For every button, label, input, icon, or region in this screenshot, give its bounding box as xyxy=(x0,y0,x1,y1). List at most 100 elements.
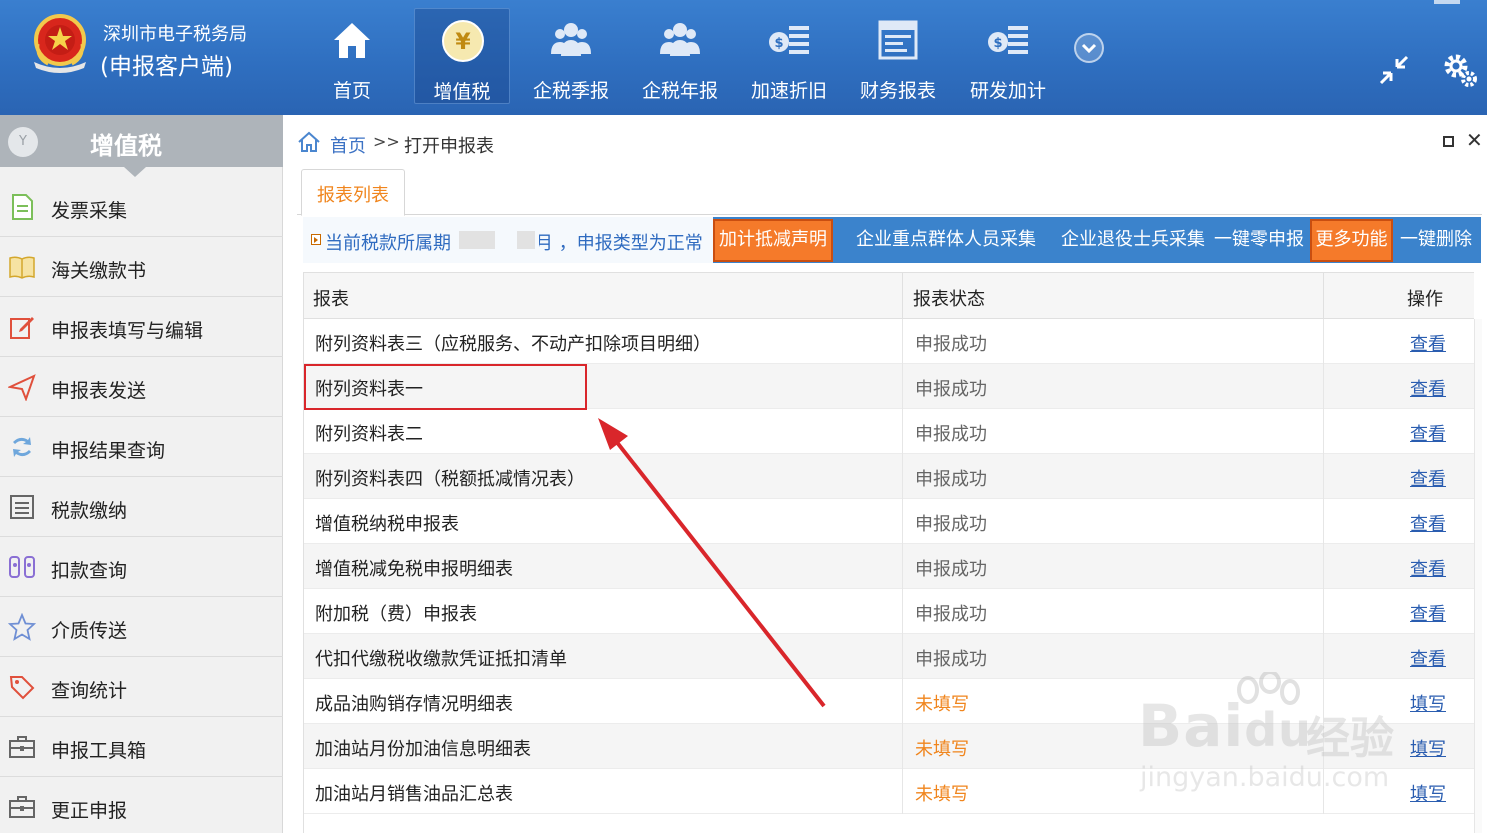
report-name: 加油站月份加油信息明细表 xyxy=(315,739,531,760)
view-link[interactable]: 查看 xyxy=(1410,420,1446,446)
sidebar-item-correction[interactable]: 更正申报 xyxy=(0,777,283,833)
table-row[interactable]: 附列资料表四（税额抵减情况表） 申报成功 查看 xyxy=(304,454,1482,499)
yen-badge-icon: Y xyxy=(8,127,38,157)
panel-close-button[interactable]: ✕ xyxy=(1466,128,1483,152)
period-info-suffix: 月 ，申报类型为正常 xyxy=(535,233,703,254)
sidebar-item-send[interactable]: 申报表发送 xyxy=(0,357,283,417)
view-link[interactable]: 查看 xyxy=(1410,375,1446,401)
sidebar-item-result-query[interactable]: 申报结果查询 xyxy=(0,417,283,477)
sidebar-item-payment[interactable]: 税款缴纳 xyxy=(0,477,283,537)
report-name: 附列资料表二 xyxy=(315,424,423,445)
sidebar-item-customs[interactable]: 海关缴款书 xyxy=(0,237,283,297)
sidebar-item-statistics[interactable]: 查询统计 xyxy=(0,657,283,717)
sidebar-item-label: 税款缴纳 xyxy=(51,500,128,522)
nav-label: 财务报表 xyxy=(859,80,936,102)
redacted-period xyxy=(455,229,539,251)
report-status: 未填写 xyxy=(915,694,969,715)
sidebar: Y 增值税 发票采集 海关缴款书 申报表填写与编辑 申报表发送 申报结果查询 税… xyxy=(0,115,283,833)
report-icon xyxy=(878,20,918,60)
nav-depreciation[interactable]: $ 加速折旧 xyxy=(741,8,837,104)
breadcrumb-current: 打开申报表 xyxy=(404,136,494,157)
sidebar-item-label: 介质传送 xyxy=(51,620,128,642)
table-row[interactable]: 增值税减免税申报明细表 申报成功 查看 xyxy=(304,544,1482,589)
gear-icon[interactable] xyxy=(1441,51,1479,89)
shrink-icon[interactable] xyxy=(1377,53,1411,87)
report-status: 申报成功 xyxy=(915,334,987,355)
sidebar-title: 增值税 xyxy=(90,132,162,160)
veteran-collect-button[interactable]: 企业退役士兵采集 xyxy=(1061,217,1205,263)
vat-deduction-declaration-button[interactable]: 加计抵减声明 xyxy=(713,219,833,262)
zero-declaration-button[interactable]: 一键零申报 xyxy=(1214,217,1304,263)
table-row[interactable]: 附列资料表三（应税服务、不动产扣除项目明细） 申报成功 查看 xyxy=(304,319,1482,364)
view-link[interactable]: 查看 xyxy=(1410,645,1446,671)
view-link[interactable]: 查看 xyxy=(1410,600,1446,626)
people-icon xyxy=(660,23,700,56)
top-header: 深圳市电子税务局 (申报客户端) 首页 ¥ 增值税 企税季报 企税年报 $ 加速… xyxy=(0,0,1487,115)
view-link[interactable]: 查看 xyxy=(1410,555,1446,581)
nav-label: 企税年报 xyxy=(641,80,718,102)
breadcrumb: 首页 >> 打开申报表 ✕ xyxy=(297,126,1487,158)
sidebar-item-label: 更正申报 xyxy=(51,800,128,822)
view-link[interactable]: 查看 xyxy=(1410,510,1446,536)
column-header-action: 操作 xyxy=(1407,289,1443,310)
breadcrumb-separator: >> xyxy=(373,132,400,151)
sidebar-item-label: 查询统计 xyxy=(51,680,128,702)
toolbox-icon xyxy=(9,796,35,818)
search-person-icon xyxy=(9,556,35,578)
window-minimize-button[interactable] xyxy=(1434,0,1460,4)
chevron-down-icon xyxy=(1081,43,1097,54)
nav-quarterly-report[interactable]: 企税季报 xyxy=(523,8,619,104)
home-outline-icon[interactable] xyxy=(297,130,321,154)
watermark-url: jingyan.baidu.com xyxy=(1140,762,1390,793)
column-divider xyxy=(902,273,903,320)
table-row[interactable]: 附加税（费）申报表 申报成功 查看 xyxy=(304,589,1482,634)
breadcrumb-home-link[interactable]: 首页 xyxy=(330,132,366,158)
people-icon xyxy=(551,23,591,56)
table-row[interactable]: 附列资料表二 申报成功 查看 xyxy=(304,409,1482,454)
report-status: 申报成功 xyxy=(915,559,987,580)
nav-home[interactable]: 首页 xyxy=(304,8,400,104)
tab-bar: 报表列表 xyxy=(297,165,1482,216)
brand-title: 深圳市电子税务局 xyxy=(103,24,247,45)
sidebar-item-label: 申报表发送 xyxy=(51,380,147,402)
key-group-collect-button[interactable]: 企业重点群体人员采集 xyxy=(856,217,1036,263)
table-row[interactable]: 增值税纳税申报表 申报成功 查看 xyxy=(304,499,1482,544)
column-divider xyxy=(1323,273,1324,320)
tab-label: 报表列表 xyxy=(317,185,389,206)
brand-subtitle: (申报客户端) xyxy=(100,54,233,80)
nav-financial-report[interactable]: 财务报表 xyxy=(850,8,946,104)
sidebar-item-fill-edit[interactable]: 申报表填写与编辑 xyxy=(0,297,283,357)
sidebar-item-label: 申报表填写与编辑 xyxy=(51,320,204,342)
sidebar-item-label: 扣款查询 xyxy=(51,560,128,582)
annotation-highlight-box xyxy=(304,364,587,410)
sidebar-item-label: 申报结果查询 xyxy=(51,440,166,462)
nav-annual-report[interactable]: 企税年报 xyxy=(632,8,728,104)
report-status: 申报成功 xyxy=(915,604,987,625)
more-functions-button[interactable]: 更多功能 xyxy=(1310,219,1393,262)
sidebar-item-label: 申报工具箱 xyxy=(51,740,147,762)
nav-rd-deduction[interactable]: $ 研发加计 xyxy=(960,8,1056,104)
delete-all-button[interactable]: 一键删除 xyxy=(1400,217,1472,263)
table-scrollbar[interactable] xyxy=(1474,319,1482,833)
panel-restore-button[interactable] xyxy=(1443,136,1454,147)
sidebar-item-toolbox[interactable]: 申报工具箱 xyxy=(0,717,283,777)
annotation-arrow-icon xyxy=(598,418,826,708)
report-status: 未填写 xyxy=(915,739,969,760)
nav-vat[interactable]: ¥ 增值税 xyxy=(414,8,510,104)
view-link[interactable]: 查看 xyxy=(1410,465,1446,491)
action-bar: 当前税款所属期 月 ，申报类型为正常 加计抵减声明 企业重点群体人员采集 企业退役… xyxy=(303,217,1481,263)
sidebar-item-label: 发票采集 xyxy=(51,200,128,222)
sidebar-item-invoice-collect[interactable]: 发票采集 xyxy=(0,177,283,237)
toolbox-icon xyxy=(9,736,35,758)
tab-report-list[interactable]: 报表列表 xyxy=(301,169,405,216)
yen-icon: ¥ xyxy=(442,20,484,62)
view-link[interactable]: 查看 xyxy=(1410,330,1446,356)
tag-icon xyxy=(9,676,35,700)
svg-text:¥: ¥ xyxy=(455,30,471,55)
nav-expand-button[interactable] xyxy=(1074,33,1104,63)
sidebar-item-deduction-query[interactable]: 扣款查询 xyxy=(0,537,283,597)
watermark-cn: 经验 xyxy=(1306,713,1394,764)
report-status: 申报成功 xyxy=(915,649,987,670)
sidebar-item-media-transfer[interactable]: 介质传送 xyxy=(0,597,283,657)
report-name: 附列资料表四（税额抵减情况表） xyxy=(315,469,585,490)
